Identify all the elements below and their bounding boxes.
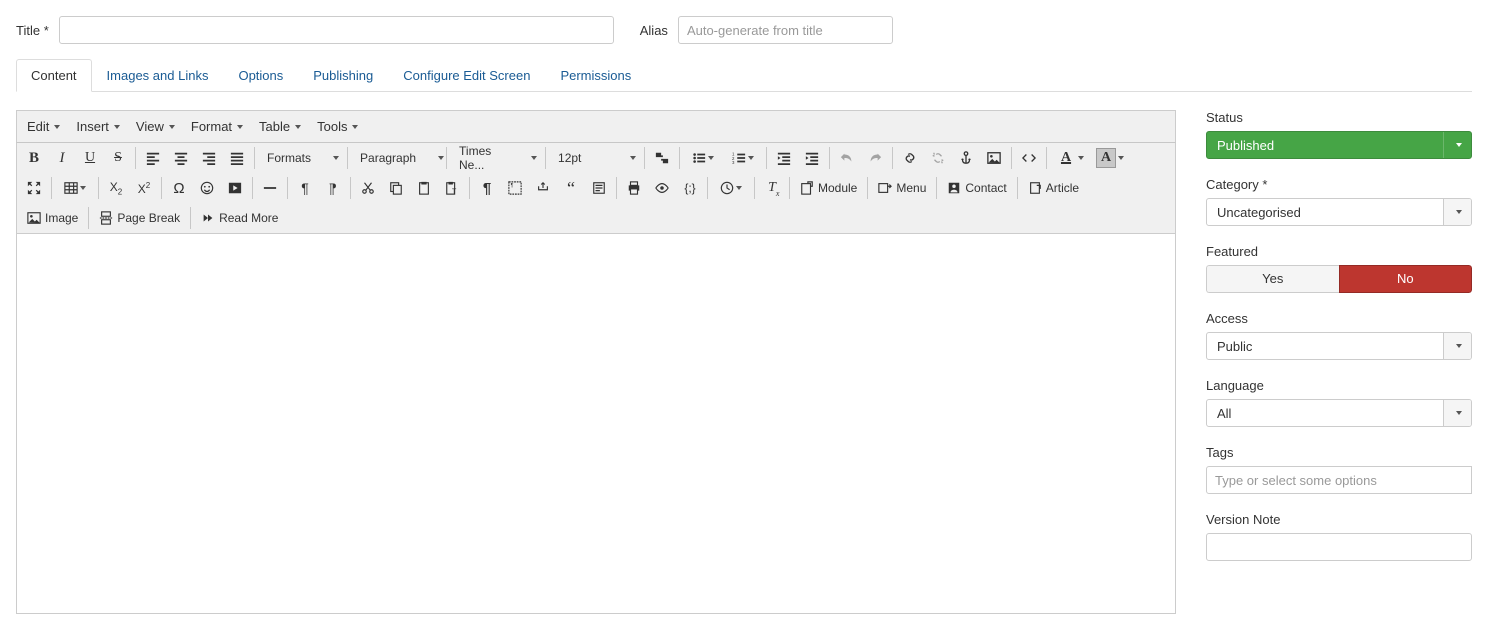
highlight-color-button[interactable]: A xyxy=(1090,145,1130,171)
tabs-bar: Content Images and Links Options Publish… xyxy=(16,58,1472,92)
ltr-button[interactable]: ¶ xyxy=(291,175,319,201)
align-left-button[interactable] xyxy=(139,145,167,171)
menu-format[interactable]: Format xyxy=(185,114,249,139)
featured-toggle: Yes No xyxy=(1206,265,1472,293)
find-replace-button[interactable] xyxy=(648,145,676,171)
article-button[interactable]: Article xyxy=(1021,175,1086,201)
tags-input[interactable] xyxy=(1206,466,1472,494)
superscript-button[interactable]: X2 xyxy=(130,175,158,201)
status-select[interactable]: Published xyxy=(1206,131,1472,159)
link-button[interactable] xyxy=(896,145,924,171)
media-button[interactable] xyxy=(221,175,249,201)
tab-content[interactable]: Content xyxy=(16,59,92,92)
unlink-button[interactable] xyxy=(924,145,952,171)
access-label: Access xyxy=(1206,311,1472,326)
language-label: Language xyxy=(1206,378,1472,393)
menu-edit[interactable]: Edit xyxy=(21,114,66,139)
featured-no[interactable]: No xyxy=(1339,265,1473,293)
indent-button[interactable] xyxy=(798,145,826,171)
print-button[interactable] xyxy=(620,175,648,201)
image-insert-button[interactable]: Image xyxy=(20,205,85,231)
bold-button[interactable]: B xyxy=(20,145,48,171)
contact-button[interactable]: Contact xyxy=(940,175,1013,201)
menu-tools[interactable]: Tools xyxy=(311,114,364,139)
text-color-button[interactable]: A xyxy=(1050,145,1090,171)
featured-label: Featured xyxy=(1206,244,1472,259)
fullscreen-button[interactable] xyxy=(20,175,48,201)
subscript-button[interactable]: X2 xyxy=(102,175,130,201)
show-blocks-button[interactable]: ¶ xyxy=(501,175,529,201)
menu-insert-button[interactable]: Menu xyxy=(871,175,933,201)
version-note-label: Version Note xyxy=(1206,512,1472,527)
font-family-select[interactable]: Times Ne... xyxy=(450,145,542,171)
tab-options[interactable]: Options xyxy=(223,59,298,92)
tab-publishing[interactable]: Publishing xyxy=(298,59,388,92)
redo-button[interactable] xyxy=(861,145,889,171)
tab-configure-edit[interactable]: Configure Edit Screen xyxy=(388,59,545,92)
show-invisible-button[interactable]: ¶ xyxy=(473,175,501,201)
codesample-button[interactable]: {;} xyxy=(676,175,704,201)
title-alias-row: Title * Alias xyxy=(16,16,1472,44)
paste-text-button[interactable]: T xyxy=(438,175,466,201)
version-note-input[interactable] xyxy=(1206,533,1472,561)
menu-insert[interactable]: Insert xyxy=(70,114,126,139)
underline-button[interactable]: U xyxy=(76,145,104,171)
paste-button[interactable] xyxy=(410,175,438,201)
status-label: Status xyxy=(1206,110,1472,125)
module-button[interactable]: Module xyxy=(793,175,864,201)
font-size-select[interactable]: 12pt xyxy=(549,145,641,171)
numbered-list-button[interactable]: 123 xyxy=(723,145,763,171)
bullet-list-button[interactable] xyxy=(683,145,723,171)
template-button[interactable] xyxy=(585,175,613,201)
table-button[interactable] xyxy=(55,175,95,201)
category-select[interactable]: Uncategorised xyxy=(1206,198,1472,226)
editor-menubar: Edit Insert View Format Table Tools xyxy=(16,110,1176,143)
hr-button[interactable] xyxy=(256,175,284,201)
image-button[interactable] xyxy=(980,145,1008,171)
title-input[interactable] xyxy=(59,16,614,44)
page-break-button[interactable]: Page Break xyxy=(92,205,187,231)
sidebar: Status Published Category * Uncategorise… xyxy=(1206,110,1472,579)
access-select[interactable]: Public xyxy=(1206,332,1472,360)
strikethrough-button[interactable]: S xyxy=(104,145,132,171)
tags-label: Tags xyxy=(1206,445,1472,460)
emoji-button[interactable] xyxy=(193,175,221,201)
italic-button[interactable]: I xyxy=(48,145,76,171)
svg-text:¶: ¶ xyxy=(511,183,514,189)
alias-label: Alias xyxy=(640,23,668,38)
datetime-button[interactable] xyxy=(711,175,751,201)
source-code-button[interactable] xyxy=(1015,145,1043,171)
special-char-button[interactable]: Ω xyxy=(165,175,193,201)
alias-input[interactable] xyxy=(678,16,893,44)
editor-content-area[interactable] xyxy=(16,234,1176,614)
rtl-button[interactable]: ¶ xyxy=(319,175,347,201)
editor-toolbar: B I U S Formats Paragraph Times Ne... xyxy=(16,143,1176,234)
preview-button[interactable] xyxy=(648,175,676,201)
block-select[interactable]: Paragraph xyxy=(351,145,443,171)
svg-text:3: 3 xyxy=(732,160,735,165)
tab-images-links[interactable]: Images and Links xyxy=(92,59,224,92)
category-label: Category * xyxy=(1206,177,1472,192)
read-more-button[interactable]: Read More xyxy=(194,205,285,231)
copy-button[interactable] xyxy=(382,175,410,201)
tab-permissions[interactable]: Permissions xyxy=(545,59,646,92)
anchor-button[interactable] xyxy=(952,145,980,171)
menu-view[interactable]: View xyxy=(130,114,181,139)
language-select[interactable]: All xyxy=(1206,399,1472,427)
menu-table[interactable]: Table xyxy=(253,114,307,139)
undo-button[interactable] xyxy=(833,145,861,171)
nbsp-button[interactable] xyxy=(529,175,557,201)
cut-button[interactable] xyxy=(354,175,382,201)
align-justify-button[interactable] xyxy=(223,145,251,171)
formats-select[interactable]: Formats xyxy=(258,145,344,171)
align-right-button[interactable] xyxy=(195,145,223,171)
title-label: Title * xyxy=(16,23,49,38)
svg-text:T: T xyxy=(452,188,457,195)
featured-yes[interactable]: Yes xyxy=(1206,265,1339,293)
outdent-button[interactable] xyxy=(770,145,798,171)
blockquote-button[interactable]: “ xyxy=(557,175,585,201)
editor-column: Edit Insert View Format Table Tools B I … xyxy=(16,110,1176,614)
clear-format-button[interactable]: Tx xyxy=(758,175,786,201)
align-center-button[interactable] xyxy=(167,145,195,171)
